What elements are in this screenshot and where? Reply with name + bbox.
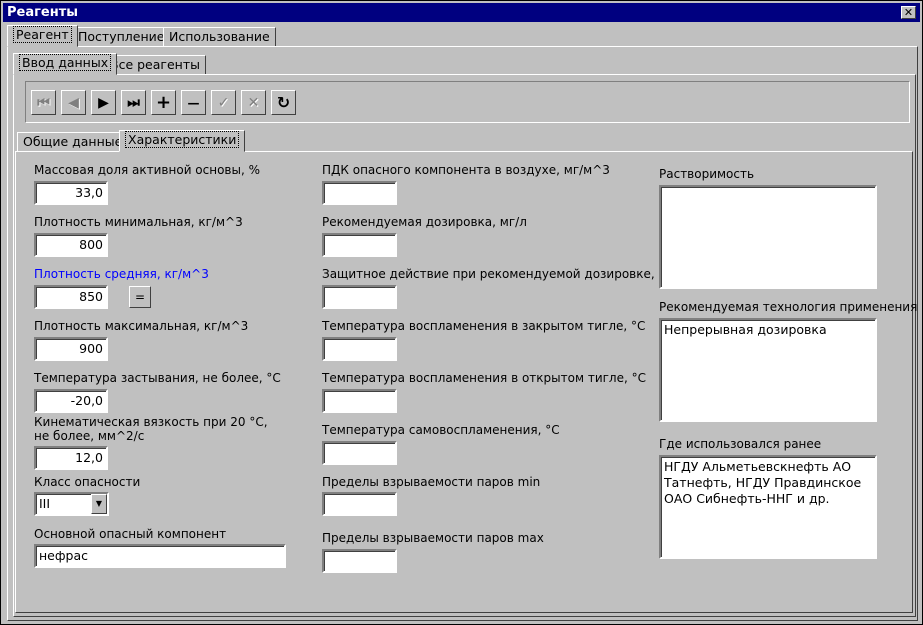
hazard-class-value: III bbox=[39, 496, 51, 511]
reagents-window: Реагенты ✕ Реагент Поступление Использов… bbox=[0, 0, 923, 625]
explosive-max-label: Пределы взрываемости паров max bbox=[322, 531, 544, 545]
explosive-min-input[interactable] bbox=[322, 492, 397, 516]
pour-point-label: Температура застывания, не более, °С bbox=[34, 371, 281, 385]
dosage-label: Рекомендуемая дозировка, мг/л bbox=[322, 215, 527, 229]
protection-label: Защитное действие при рекомендуемой дози… bbox=[322, 267, 670, 281]
refresh-button[interactable]: ↻ bbox=[271, 90, 296, 115]
viscosity-label-line2: не более, мм^2/с bbox=[34, 429, 145, 443]
explosive-min-label: Пределы взрываемости паров min bbox=[322, 475, 541, 489]
last-record-button[interactable]: ⏭ bbox=[121, 90, 146, 115]
title-bar: Реагенты ✕ bbox=[3, 3, 920, 22]
tab-general-data[interactable]: Общие данные bbox=[17, 132, 129, 152]
add-record-button[interactable]: + bbox=[151, 90, 176, 115]
autoignition-input[interactable] bbox=[322, 441, 397, 465]
solubility-memo[interactable] bbox=[659, 185, 877, 289]
main-hazard-label: Основной опасный компонент bbox=[34, 527, 227, 541]
first-record-button[interactable]: ⏮ bbox=[31, 90, 56, 115]
cancel-edit-button[interactable]: ✕ bbox=[241, 90, 266, 115]
calc-density-avg-button[interactable]: = bbox=[129, 286, 151, 308]
density-min-input[interactable]: 800 bbox=[34, 233, 108, 257]
flash-open-input[interactable] bbox=[322, 389, 397, 413]
technology-label: Рекомендуемая технология применения bbox=[659, 300, 918, 314]
used-before-memo[interactable]: НГДУ Альметьевскнефть АО Татнефть, НГДУ … bbox=[659, 455, 877, 559]
solubility-label: Растворимость bbox=[659, 167, 755, 181]
mass-fraction-label: Массовая доля активной основы, % bbox=[34, 163, 261, 177]
post-record-button[interactable]: ✓ bbox=[211, 90, 236, 115]
tab-characteristics[interactable]: Характеристики bbox=[119, 130, 246, 152]
window-title: Реагенты bbox=[7, 5, 78, 20]
used-before-label: Где использовался ранее bbox=[659, 437, 822, 451]
density-max-input[interactable]: 900 bbox=[34, 337, 108, 361]
viscosity-input[interactable]: 12,0 bbox=[34, 446, 108, 470]
main-hazard-input[interactable]: нефрас bbox=[34, 544, 286, 568]
flash-open-label: Температура воспламенения в открытом тиг… bbox=[322, 371, 646, 385]
flash-closed-label: Температура воспламенения в закрытом тиг… bbox=[322, 319, 646, 333]
viscosity-label-line1: Кинематическая вязкость при 20 °С, bbox=[34, 415, 268, 429]
technology-memo[interactable]: Непрерывная дозировка bbox=[659, 318, 877, 422]
density-max-label: Плотность максимальная, кг/м^3 bbox=[34, 319, 249, 333]
mass-fraction-input[interactable]: 33,0 bbox=[34, 181, 108, 205]
chevron-down-icon[interactable]: ▼ bbox=[91, 494, 107, 514]
pour-point-input[interactable]: -20,0 bbox=[34, 389, 108, 413]
tab-data-entry[interactable]: Ввод данных bbox=[13, 53, 118, 75]
tab-usage[interactable]: Использование bbox=[163, 27, 276, 47]
hazard-class-select[interactable]: III ▼ bbox=[34, 492, 109, 516]
tab-reagent[interactable]: Реагент bbox=[7, 25, 78, 47]
prev-record-button[interactable]: ◀ bbox=[61, 90, 86, 115]
density-avg-label: Плотность средняя, кг/м^3 bbox=[34, 267, 209, 281]
dosage-input[interactable] bbox=[322, 233, 397, 257]
protection-input[interactable] bbox=[322, 285, 397, 309]
next-record-button[interactable]: ▶ bbox=[91, 90, 116, 115]
delete-record-button[interactable]: — bbox=[181, 90, 206, 115]
tab-all-reagents[interactable]: Все реагенты bbox=[104, 55, 206, 75]
flash-closed-input[interactable] bbox=[322, 337, 397, 361]
density-avg-input[interactable]: 850 bbox=[34, 285, 108, 309]
explosive-max-input[interactable] bbox=[322, 549, 397, 573]
tab-receipt[interactable]: Поступление bbox=[72, 27, 171, 47]
density-min-label: Плотность минимальная, кг/м^3 bbox=[34, 215, 243, 229]
mac-air-label: ПДК опасного компонента в воздухе, мг/м^… bbox=[322, 163, 610, 177]
close-button[interactable]: ✕ bbox=[901, 6, 916, 19]
mac-air-input[interactable] bbox=[322, 181, 397, 205]
hazard-class-label: Класс опасности bbox=[34, 475, 141, 489]
autoignition-label: Температура самовоспламенения, °С bbox=[322, 423, 560, 437]
